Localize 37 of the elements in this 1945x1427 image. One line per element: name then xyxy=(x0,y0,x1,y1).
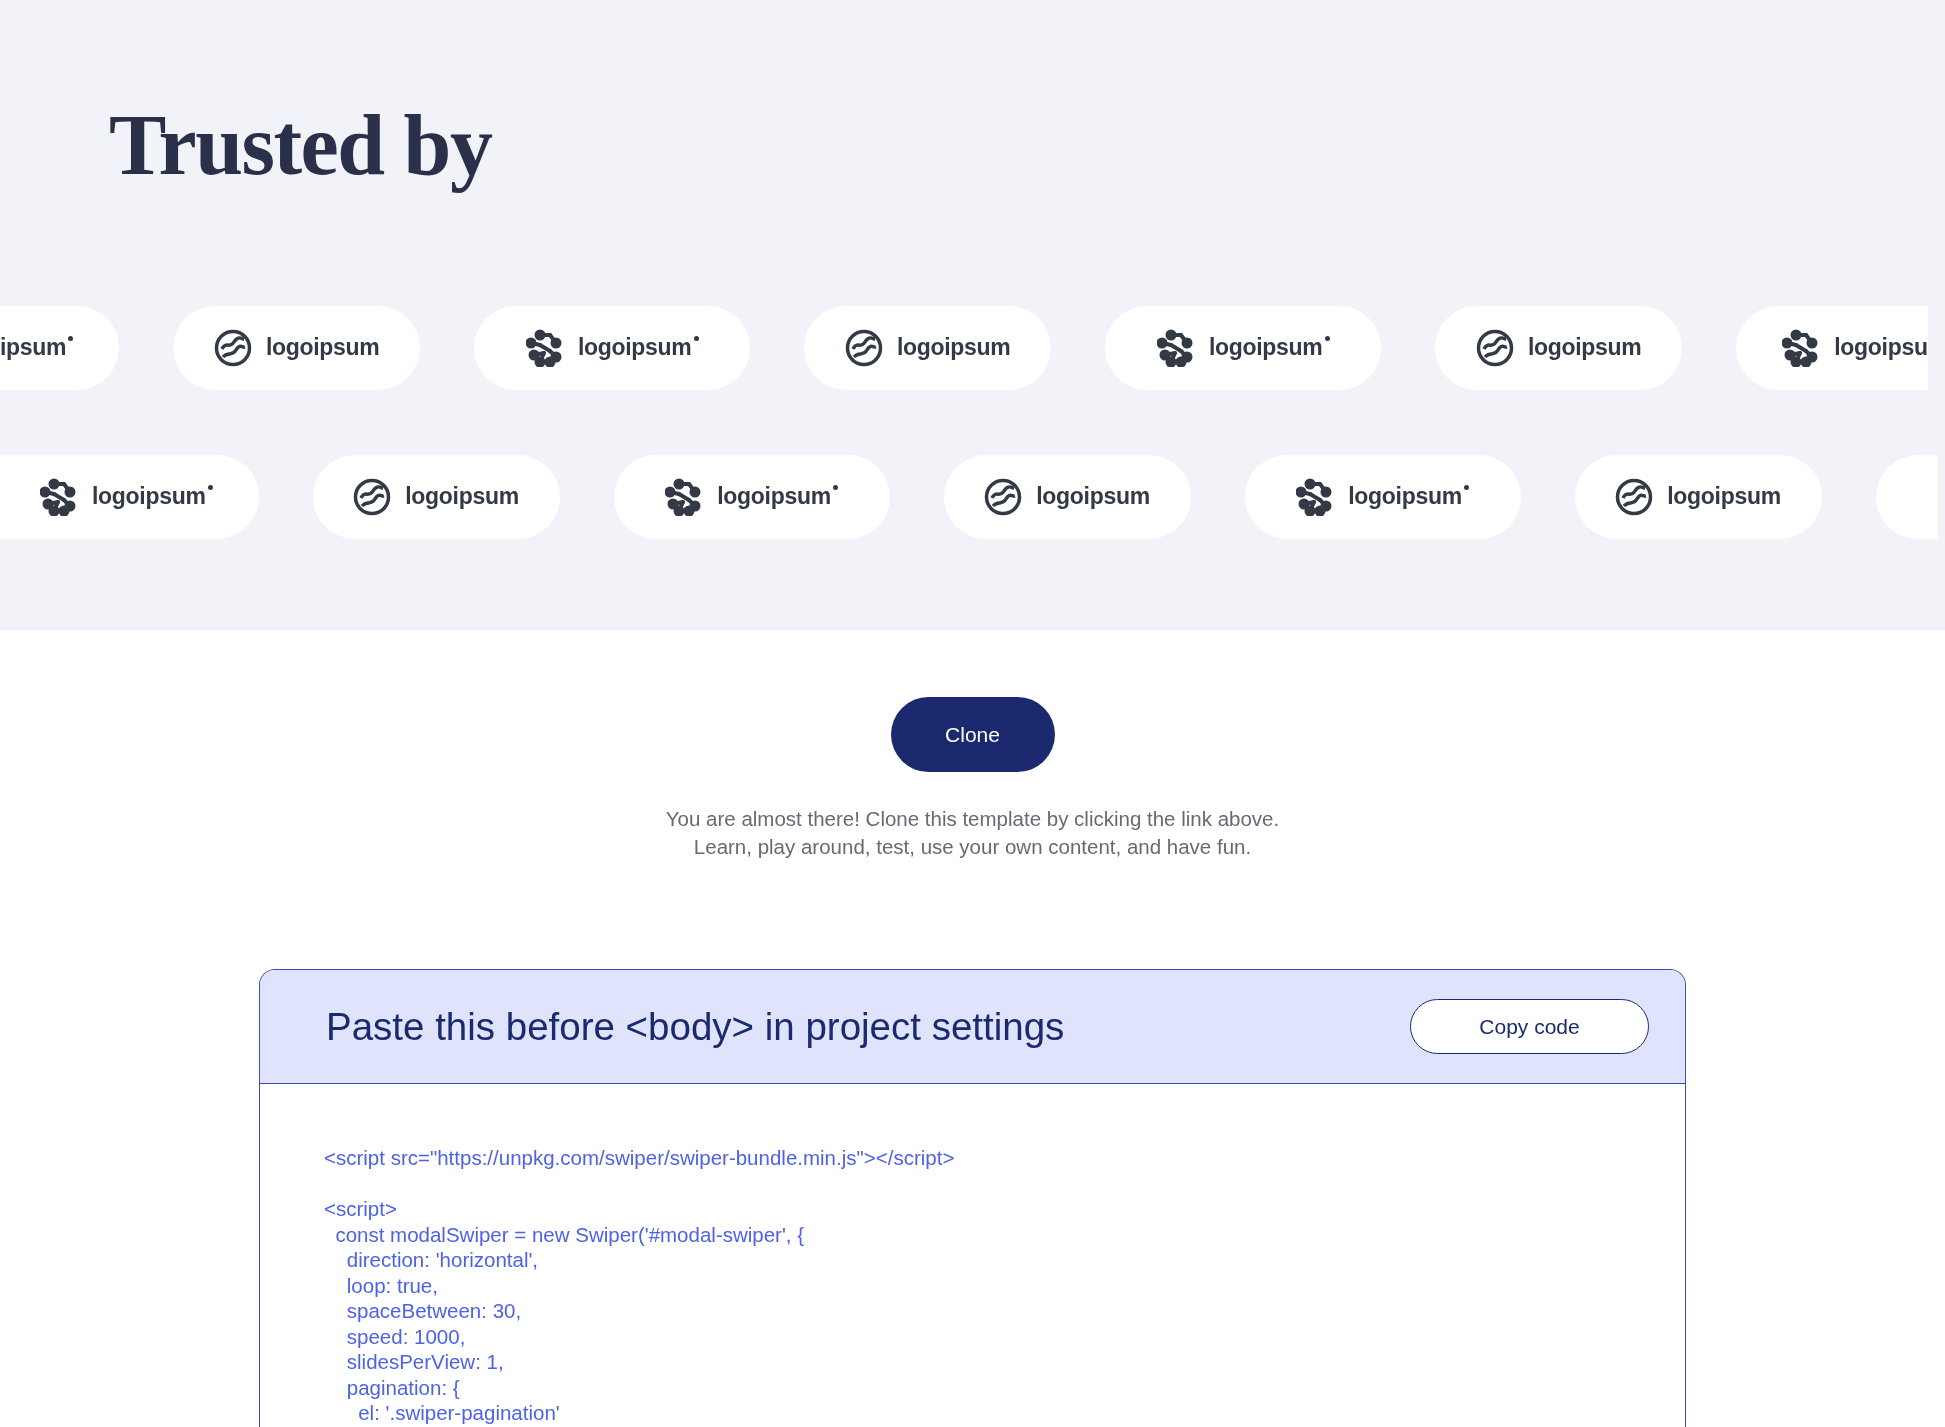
circle-wave-logo-icon xyxy=(1615,477,1654,516)
logo-text: ipsum xyxy=(0,334,67,361)
code-line: <script src="https://unpkg.com/swiper/swiper-bundle.min.js"></script> xyxy=(324,1145,955,1171)
instruction-text: You are almost there! Clone this template by clicking the link above. Learn, play around, test, use your own content, and have fun. xyxy=(665,806,1280,860)
code-line: <script> xyxy=(324,1196,397,1222)
logo-text: logoipsum xyxy=(405,483,519,510)
code-line: spaceBetween: 30, xyxy=(345,1298,522,1324)
code-line: pagination: { xyxy=(345,1374,460,1400)
logo-text: logoipsum xyxy=(92,483,206,510)
logo-text: logoipsum xyxy=(896,334,1011,361)
section-heading: Trusted by xyxy=(109,96,493,195)
logo-text: logoipsum xyxy=(1208,334,1323,361)
code-line: const modalSwiper = new Swiper('#modal-swiper', { xyxy=(334,1221,805,1247)
code-line: direction: 'horizontal', xyxy=(345,1247,539,1273)
circle-wave-logo-icon xyxy=(353,477,392,516)
logo-text: logoipsum xyxy=(265,334,380,361)
logo-text: logoipsu xyxy=(1834,334,1928,361)
logo-text: logoipsum xyxy=(717,483,831,510)
dots-logo-icon xyxy=(40,477,78,516)
code-card-title: Paste this before <body> in project settings xyxy=(326,1004,1065,1049)
circle-wave-logo-icon xyxy=(984,477,1023,516)
code-line: loop: true, xyxy=(345,1272,438,1298)
code-line: speed: 1000, xyxy=(345,1323,466,1349)
logo-text: logoipsum xyxy=(1667,483,1781,510)
dots-logo-icon xyxy=(525,328,564,367)
circle-wave-logo-icon xyxy=(844,328,883,367)
logo-text: logoipsum xyxy=(1348,483,1462,510)
code-line: el: '.swiper-pagination' xyxy=(357,1400,560,1426)
logo-text: logoipsum xyxy=(577,334,692,361)
code-line: slidesPerView: 1, xyxy=(345,1349,504,1375)
logo-text: logoipsum xyxy=(1527,334,1642,361)
logo-text: logoipsum xyxy=(1036,483,1150,510)
circle-wave-logo-icon xyxy=(213,328,252,367)
clone-button[interactable]: Clone xyxy=(890,697,1055,772)
dots-logo-icon xyxy=(1156,328,1195,367)
circle-wave-logo-icon xyxy=(1475,328,1514,367)
copy-code-button[interactable]: Copy code xyxy=(1410,999,1649,1054)
